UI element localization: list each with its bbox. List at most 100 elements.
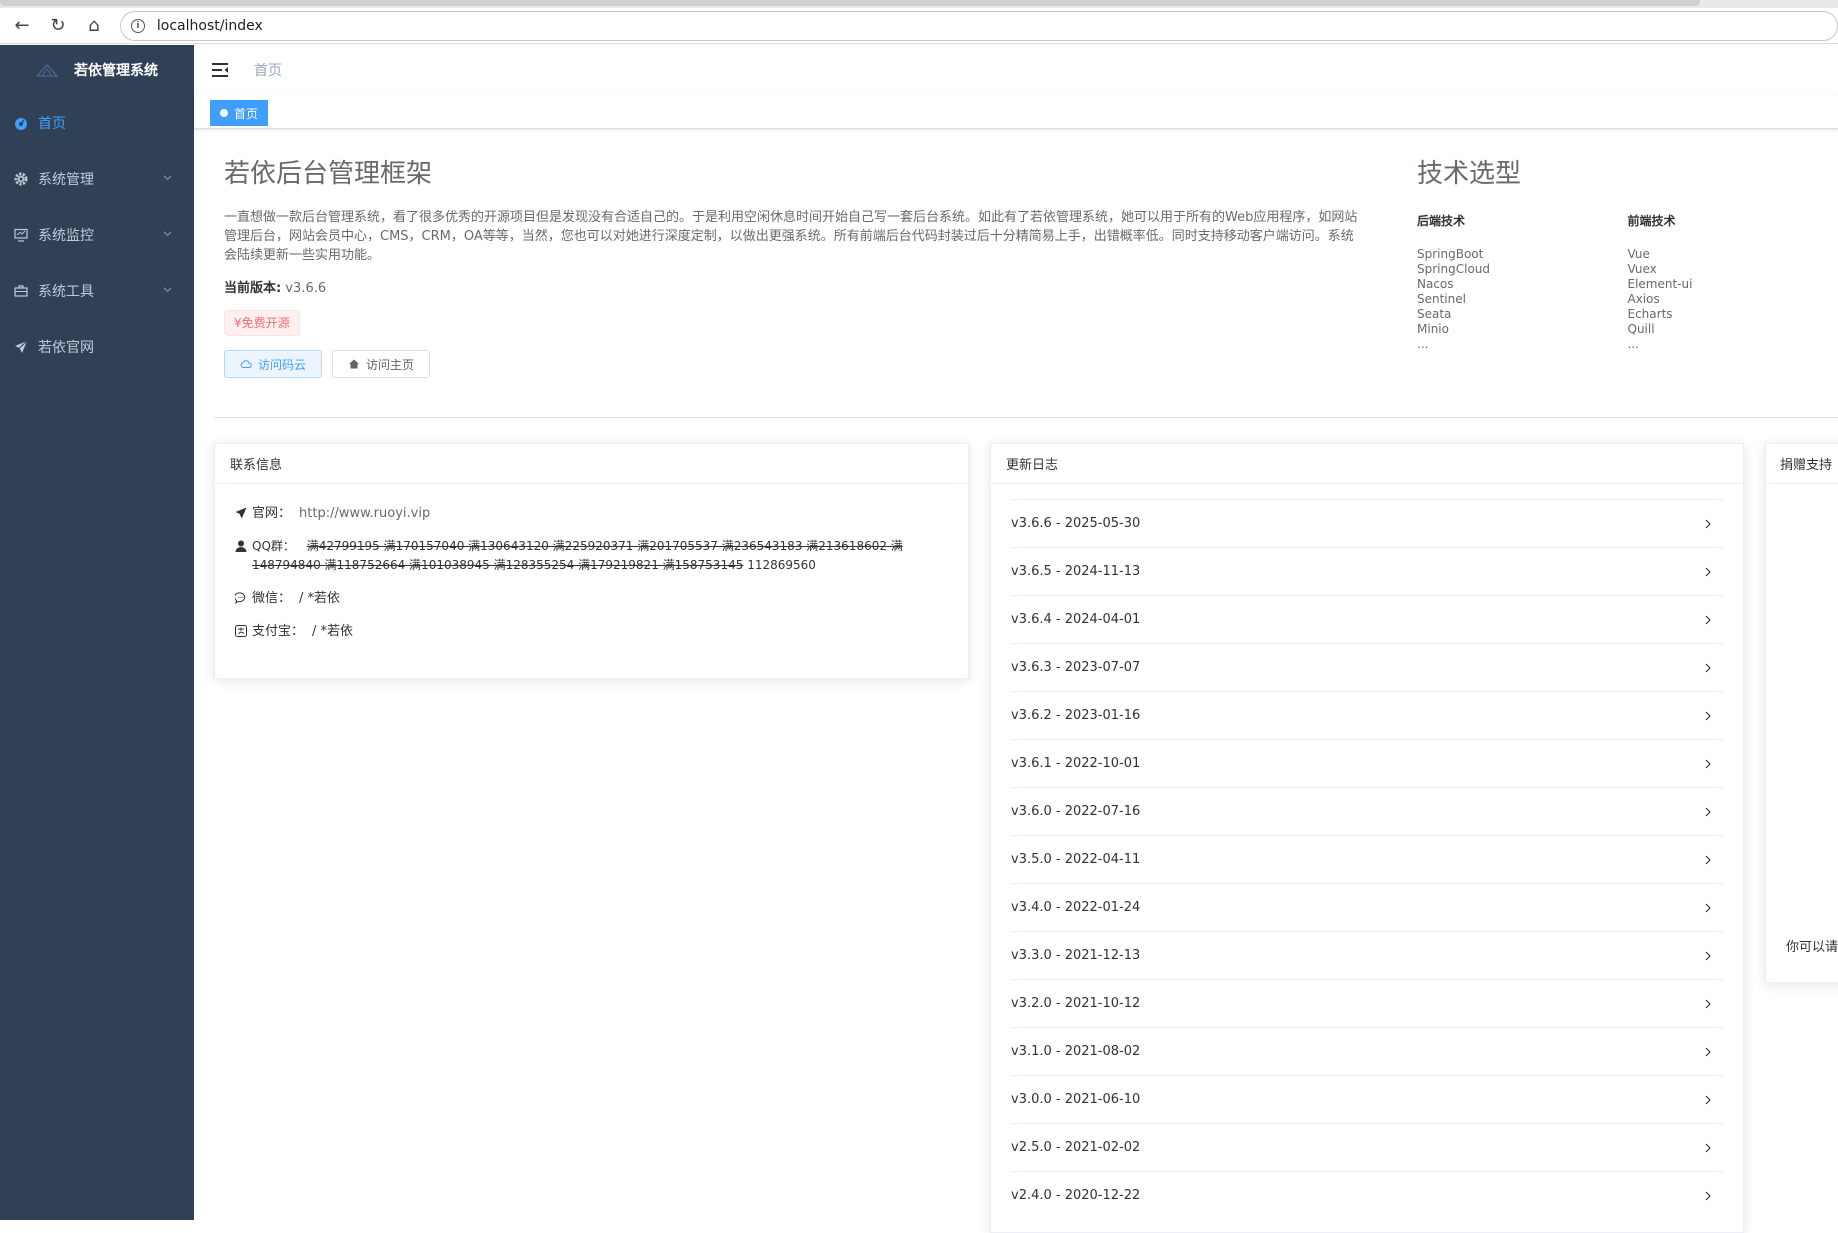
changelog-item[interactable]: v3.6.0 - 2022-07-16 xyxy=(1011,787,1723,835)
home-icon[interactable]: ⌂ xyxy=(80,12,108,40)
changelog-item[interactable]: v2.5.0 - 2021-02-02 xyxy=(1011,1123,1723,1171)
reload-icon[interactable]: ↻ xyxy=(44,12,72,40)
chevron-right-icon xyxy=(1703,1095,1713,1105)
changelog-item-label: v3.5.0 - 2022-04-11 xyxy=(1011,852,1140,867)
breadcrumb: 首页 xyxy=(254,60,282,80)
donate-text: 你可以请 xyxy=(1786,936,1838,955)
changelog-item[interactable]: v3.5.0 - 2022-04-11 xyxy=(1011,835,1723,883)
donate-card-title: 捐赠支持 xyxy=(1766,444,1838,484)
list-item: Minio xyxy=(1417,322,1628,337)
list-item: ... xyxy=(1628,337,1838,352)
frontend-title: 前端技术 xyxy=(1628,212,1838,229)
list-item: Element-ui xyxy=(1628,277,1838,292)
site-link[interactable]: http://www.ruoyi.vip xyxy=(299,504,430,523)
chevron-right-icon xyxy=(1703,1143,1713,1153)
sidebar-item-ruoyi-site[interactable]: 若依官网 xyxy=(0,319,194,375)
changelog-item-label: v3.1.0 - 2021-08-02 xyxy=(1011,1044,1140,1059)
tech-title: 技术选型 xyxy=(1417,150,1838,198)
changelog-item-label: v3.6.1 - 2022-10-01 xyxy=(1011,756,1140,771)
changelog-item[interactable]: v3.6.2 - 2023-01-16 xyxy=(1011,691,1723,739)
changelog-item[interactable]: v3.6.5 - 2024-11-13 xyxy=(1011,547,1723,595)
chevron-right-icon xyxy=(1703,999,1713,1009)
changelog-item[interactable]: v3.3.0 - 2021-12-13 xyxy=(1011,931,1723,979)
backend-column: 后端技术 SpringBoot SpringCloud Nacos Sentin… xyxy=(1417,212,1628,352)
browser-scrollbar[interactable] xyxy=(0,0,1700,6)
changelog-item[interactable]: v3.4.0 - 2022-01-24 xyxy=(1011,883,1723,931)
chevron-down-icon xyxy=(163,285,172,294)
sidebar-logo[interactable]: 若依管理系统 xyxy=(0,45,194,95)
changelog-item[interactable]: v3.2.0 - 2021-10-12 xyxy=(1011,979,1723,1027)
sidebar-item-system-management[interactable]: 系统管理 xyxy=(0,151,194,207)
changelog-item-label: v3.6.3 - 2023-07-07 xyxy=(1011,660,1140,675)
section-divider xyxy=(214,417,1838,418)
chevron-right-icon xyxy=(1703,807,1713,817)
list-item: SpringCloud xyxy=(1417,262,1628,277)
browser-toolbar: ← ↻ ⌂ i localhost/index xyxy=(0,8,1838,44)
alipay-icon xyxy=(235,625,247,637)
active-dot-icon xyxy=(220,109,228,117)
chevron-down-icon xyxy=(163,229,172,238)
toolbox-icon xyxy=(14,284,28,298)
list-item: Vuex xyxy=(1628,262,1838,277)
changelog-item[interactable]: v3.6.6 - 2025-05-30 xyxy=(1011,499,1723,547)
address-bar[interactable]: i localhost/index xyxy=(120,11,1838,41)
alipay-value: / *若依 xyxy=(312,622,353,641)
changelog-item[interactable]: v3.1.0 - 2021-08-02 xyxy=(1011,1027,1723,1075)
list-item: ... xyxy=(1417,337,1628,352)
chevron-right-icon xyxy=(1703,1191,1713,1201)
monitor-icon xyxy=(14,228,28,242)
changelog-item[interactable]: v3.0.0 - 2021-06-10 xyxy=(1011,1075,1723,1123)
chevron-right-icon xyxy=(1703,759,1713,769)
list-item: Sentinel xyxy=(1417,292,1628,307)
changelog-item[interactable]: v3.6.1 - 2022-10-01 xyxy=(1011,739,1723,787)
list-item: SpringBoot xyxy=(1417,247,1628,262)
chevron-right-icon xyxy=(1703,615,1713,625)
changelog-item-label: v2.4.0 - 2020-12-22 xyxy=(1011,1188,1140,1203)
sidebar-item-label: 首页 xyxy=(38,113,66,133)
dashboard-icon xyxy=(14,116,28,130)
chevron-right-icon xyxy=(1703,663,1713,673)
cloud-icon xyxy=(240,358,252,370)
sidebar-item-home[interactable]: 首页 xyxy=(0,95,194,151)
list-item: Axios xyxy=(1628,292,1838,307)
navbar: 首页 xyxy=(194,45,1838,95)
changelog-item-label: v3.3.0 - 2021-12-13 xyxy=(1011,948,1140,963)
changelog-item[interactable]: v3.6.3 - 2023-07-07 xyxy=(1011,643,1723,691)
tags-view: 首页 xyxy=(194,95,1838,129)
paper-plane-icon xyxy=(235,507,247,519)
version-label: 当前版本: xyxy=(224,281,281,296)
site-info-icon[interactable]: i xyxy=(131,19,145,33)
contact-alipay-row: 支付宝： / *若依 xyxy=(235,622,948,641)
changelog-list: v3.6.6 - 2025-05-30 v3.6.5 - 2024-11-13 … xyxy=(991,484,1743,1219)
chat-icon xyxy=(235,592,247,604)
changelog-item-label: v3.6.4 - 2024-04-01 xyxy=(1011,612,1140,627)
chevron-right-icon xyxy=(1703,519,1713,529)
backend-list: SpringBoot SpringCloud Nacos Sentinel Se… xyxy=(1417,247,1628,352)
logo-title: 若依管理系统 xyxy=(74,60,158,80)
contact-qq-row: QQ群： 满42799195 满170157040 满130643120 满22… xyxy=(235,537,948,575)
changelog-item[interactable]: v2.4.0 - 2020-12-22 xyxy=(1011,1171,1723,1219)
changelog-item[interactable]: v3.6.4 - 2024-04-01 xyxy=(1011,595,1723,643)
changelog-item-label: v3.2.0 - 2021-10-12 xyxy=(1011,996,1140,1011)
frontend-list: Vue Vuex Element-ui Axios Echarts Quill … xyxy=(1628,247,1838,352)
changelog-item-label: v3.6.0 - 2022-07-16 xyxy=(1011,804,1140,819)
changelog-item-label: v3.0.0 - 2021-06-10 xyxy=(1011,1092,1140,1107)
tag-home[interactable]: 首页 xyxy=(210,100,268,126)
hamburger-icon[interactable] xyxy=(210,61,230,79)
chevron-right-icon xyxy=(1703,567,1713,577)
sidebar: 若依管理系统 首页 系统管理 系统监控 系统工具 若依官网 xyxy=(0,45,194,1220)
visit-gitee-button[interactable]: 访问码云 xyxy=(224,350,322,378)
address-url: localhost/index xyxy=(157,18,263,34)
sidebar-item-system-monitor[interactable]: 系统监控 xyxy=(0,207,194,263)
intro-title: 若依后台管理框架 xyxy=(224,150,1358,198)
intro-description: 一直想做一款后台管理系统，看了很多优秀的开源项目但是发现没有合适自己的。于是利用… xyxy=(224,208,1358,265)
user-icon xyxy=(235,540,247,552)
changelog-card-title: 更新日志 xyxy=(991,444,1743,484)
sidebar-item-system-tools[interactable]: 系统工具 xyxy=(0,263,194,319)
changelog-item-label: v2.5.0 - 2021-02-02 xyxy=(1011,1140,1140,1155)
visit-home-button[interactable]: 访问主页 xyxy=(332,350,430,378)
changelog-item-label: v3.6.6 - 2025-05-30 xyxy=(1011,516,1140,531)
logo-icon xyxy=(36,63,58,77)
back-icon[interactable]: ← xyxy=(8,12,36,40)
chevron-right-icon xyxy=(1703,1047,1713,1057)
